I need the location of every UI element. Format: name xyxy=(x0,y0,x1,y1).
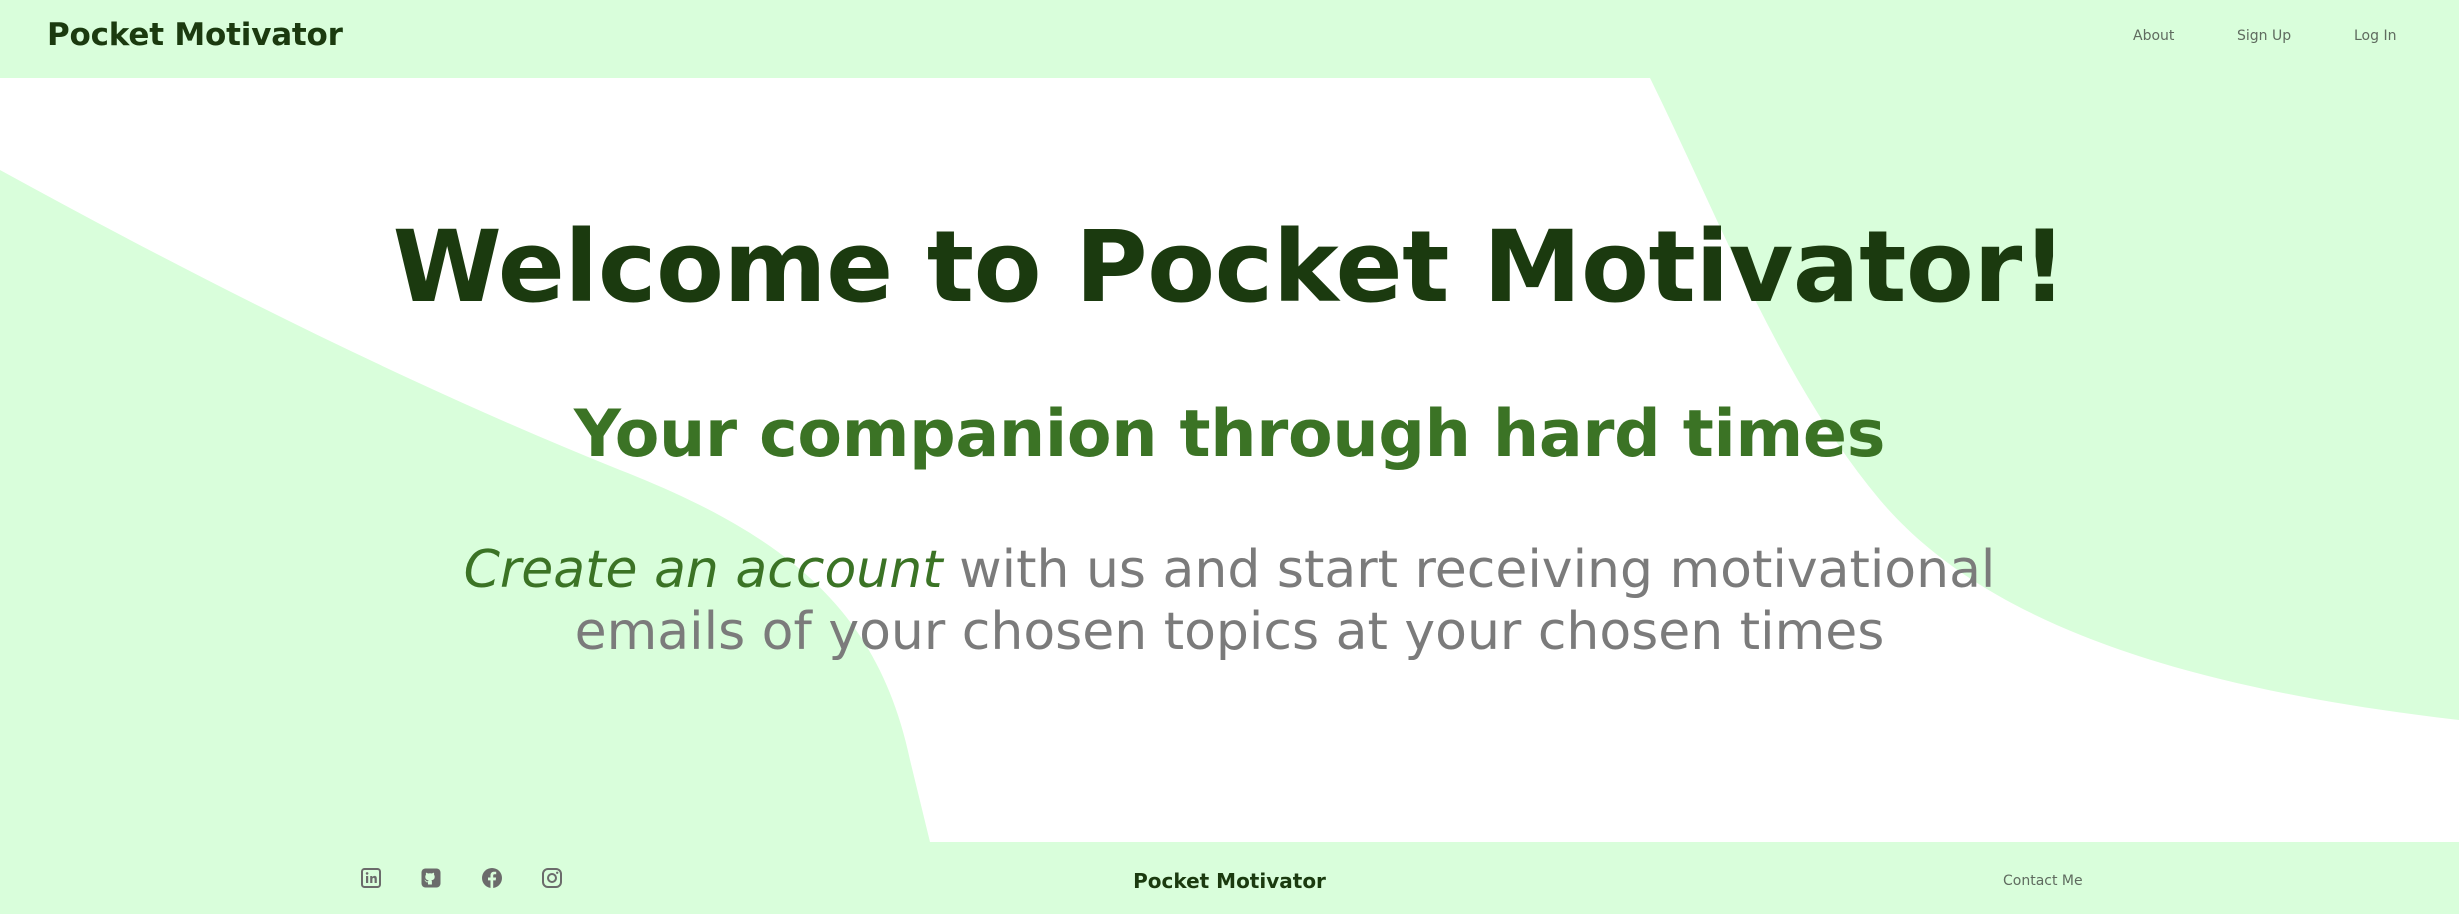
footer-brand: Pocket Motivator xyxy=(1133,869,1326,893)
hero-section: Welcome to Pocket Motivator! Your compan… xyxy=(0,78,2459,842)
create-account-link[interactable]: Create an account xyxy=(464,540,943,600)
nav-about-link[interactable]: About xyxy=(2133,28,2174,44)
nav-signup-link[interactable]: Sign Up xyxy=(2237,28,2291,44)
hero-title: Welcome to Pocket Motivator! xyxy=(392,210,2067,325)
hero-description: Create an account with us and start rece… xyxy=(400,539,2059,663)
top-navbar: Pocket Motivator About Sign Up Log In xyxy=(0,0,2459,78)
brand-logo[interactable]: Pocket Motivator xyxy=(47,17,343,53)
contact-me-link[interactable]: Contact Me xyxy=(2003,873,2083,889)
footer: Pocket Motivator Contact Me xyxy=(0,842,2459,914)
nav-login-link[interactable]: Log In xyxy=(2354,28,2396,44)
hero-subtitle: Your companion through hard times xyxy=(573,397,1886,472)
